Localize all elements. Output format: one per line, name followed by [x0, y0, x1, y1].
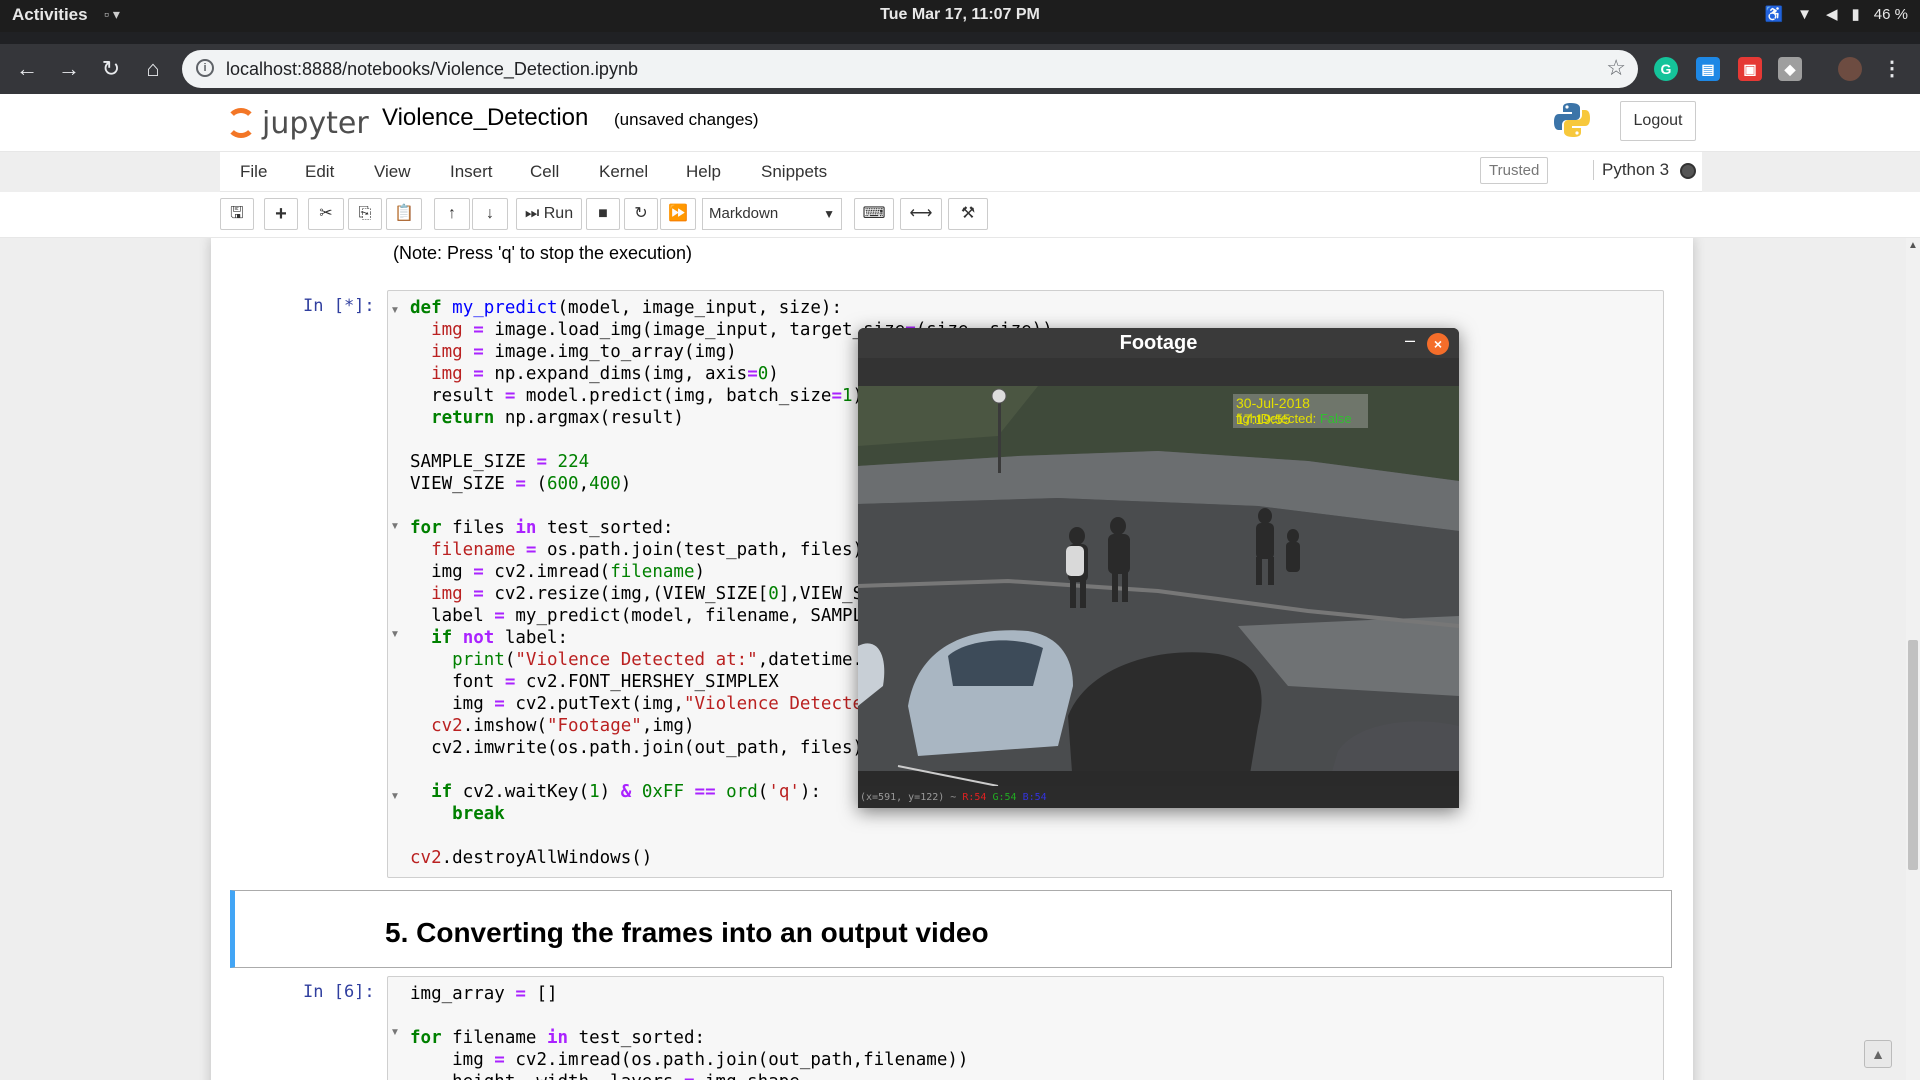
notebook-name[interactable]: Violence_Detection — [382, 104, 588, 132]
chevron-down-icon: ▼ — [823, 207, 835, 221]
fold-icon[interactable]: ▼ — [390, 1027, 400, 1038]
jupyter-logo-icon — [226, 108, 256, 138]
interrupt-kernel-icon[interactable]: ■ — [586, 198, 620, 230]
move-up-icon[interactable]: ↑ — [434, 198, 470, 230]
fold-icon[interactable]: ▼ — [390, 791, 400, 802]
volume-icon[interactable]: ◀ — [1826, 5, 1838, 23]
system-top-bar: Activities ▫ ▾ Tue Mar 17, 11:07 PM ♿ ▼ … — [0, 0, 1920, 32]
system-tray[interactable]: ♿ ▼ ◀ ▮ 46 % — [1764, 5, 1908, 24]
browser-tab-strip — [0, 32, 1920, 44]
pixel-r: R:54 — [962, 792, 987, 803]
save-status: (unsaved changes) — [614, 110, 759, 129]
battery-percent: 46 % — [1873, 5, 1908, 23]
menu-cell[interactable]: Cell — [530, 162, 559, 182]
cell-type-value: Markdown — [709, 205, 779, 222]
kernel-busy-indicator-icon — [1680, 163, 1696, 179]
back-icon[interactable]: ← — [12, 54, 42, 84]
jupyter-header: jupyter Violence_Detection (unsaved chan… — [0, 94, 1920, 152]
restart-kernel-icon[interactable]: ↻ — [624, 198, 658, 230]
grammarly-extension-icon[interactable]: G — [1654, 57, 1678, 81]
fold-icon[interactable]: ▼ — [390, 521, 400, 532]
menu-edit[interactable]: Edit — [305, 162, 334, 182]
section-heading: 5. Converting the frames into an output … — [385, 917, 989, 948]
bookmark-star-icon[interactable]: ☆ — [1606, 55, 1626, 81]
close-icon[interactable]: × — [1427, 333, 1449, 355]
markdown-note: (Note: Press 'q' to stop the execution) — [393, 243, 693, 263]
activities-button[interactable]: Activities — [12, 5, 88, 25]
jupyter-logo-text: jupyter — [262, 106, 369, 141]
run-label: Run — [543, 205, 574, 222]
footage-titlebar[interactable]: Footage – × — [858, 328, 1459, 358]
browser-menu-icon[interactable]: ⋮ — [1880, 57, 1904, 81]
footage-window-title: Footage — [1119, 332, 1198, 354]
cctv-video-frame: 30-Jul-2018 17:19:55 fightDetected: Fals… — [858, 386, 1459, 786]
fold-icon[interactable]: ▼ — [390, 629, 400, 640]
jupyter-logo[interactable]: jupyter — [224, 100, 369, 144]
paste-icon[interactable]: 📋 — [386, 198, 422, 230]
menu-snippets[interactable]: Snippets — [761, 162, 827, 182]
scroll-to-top-icon[interactable]: ▲ — [1864, 1040, 1892, 1068]
profile-avatar[interactable] — [1838, 57, 1862, 81]
menu-view[interactable]: View — [374, 162, 411, 182]
opencv-toolbar-strip — [858, 358, 1459, 386]
fight-label-text: fightDetected: — [1236, 411, 1317, 426]
code-text[interactable]: img_array = [] for filename in test_sort… — [410, 983, 968, 1080]
window-indicator-icon[interactable]: ▫ ▾ — [104, 6, 120, 23]
url-text[interactable]: localhost:8888/notebooks/Violence_Detect… — [226, 59, 638, 80]
run-icon: ⏭ — [524, 205, 540, 222]
code-cell[interactable]: ▼ img_array = [] for filename in test_so… — [387, 976, 1664, 1080]
minimize-icon[interactable]: – — [1405, 330, 1415, 351]
save-button[interactable]: 🖫 — [220, 198, 254, 230]
menu-bar: File Edit View Insert Cell Kernel Help S… — [220, 152, 1702, 192]
notebook-toolbar: 🖫 + ✂ ⎘ 📋 ↑ ↓ ⏭ Run ■ ↻ ⏩ Markdown ▼ ⌨ ⟷… — [0, 192, 1920, 238]
footage-window[interactable]: Footage – × 30-Jul-2018 17:19:55 fightDe… — [858, 328, 1459, 808]
move-down-icon[interactable]: ↓ — [472, 198, 508, 230]
markdown-cell-selected[interactable]: 5. Converting the frames into an output … — [230, 890, 1672, 968]
extension-icon[interactable]: ▤ — [1696, 57, 1720, 81]
trusted-indicator[interactable]: Trusted — [1480, 157, 1549, 184]
pixel-b: B:54 — [1022, 792, 1047, 803]
scroll-up-icon[interactable]: ▲ — [1908, 240, 1918, 251]
home-icon[interactable]: ⌂ — [138, 54, 168, 84]
cell-type-select[interactable]: Markdown ▼ — [702, 198, 842, 230]
menu-kernel[interactable]: Kernel — [599, 162, 648, 182]
page-scrollbar[interactable]: ▲ — [1906, 238, 1920, 1080]
cut-icon[interactable]: ✂ — [308, 198, 344, 230]
logout-button[interactable]: Logout — [1620, 101, 1696, 141]
accessibility-icon[interactable]: ♿ — [1764, 5, 1783, 23]
fight-value-text: False — [1319, 411, 1352, 426]
run-button[interactable]: ⏭ Run — [516, 198, 582, 230]
kernel-name: Python 3 — [1593, 160, 1669, 180]
shield-extension-icon[interactable]: ◆ — [1778, 57, 1802, 81]
browser-toolbar: ← → ↻ ⌂ i localhost:8888/notebooks/Viole… — [0, 44, 1920, 94]
insert-cell-button[interactable]: + — [264, 198, 298, 230]
copy-icon[interactable]: ⎘ — [348, 198, 382, 230]
pixel-status-bar: (x=591, y=122) ~ R:54 G:54 B:54 — [858, 786, 1459, 808]
restart-run-all-icon[interactable]: ⏩ — [660, 198, 696, 230]
menu-insert[interactable]: Insert — [450, 162, 493, 182]
battery-icon[interactable]: ▮ — [1852, 5, 1860, 23]
pixel-g: G:54 — [992, 792, 1017, 803]
python-logo-icon — [1554, 103, 1590, 137]
forward-icon[interactable]: → — [54, 54, 84, 84]
menu-file[interactable]: File — [240, 162, 267, 182]
wrench-icon[interactable]: ⚒ — [948, 198, 988, 230]
clock[interactable]: Tue Mar 17, 11:07 PM — [0, 6, 1920, 24]
site-info-icon[interactable]: i — [196, 59, 214, 77]
wifi-icon[interactable]: ▼ — [1797, 6, 1812, 23]
timestamp-overlay: 30-Jul-2018 17:19:55 fightDetected: Fals… — [1233, 394, 1368, 428]
address-bar[interactable]: i localhost:8888/notebooks/Violence_Dete… — [182, 50, 1638, 88]
keyboard-icon[interactable]: ⌨ — [854, 198, 894, 230]
scrollbar-thumb[interactable] — [1908, 640, 1918, 870]
cctv-scene-image — [858, 386, 1459, 786]
reload-icon[interactable]: ↻ — [96, 54, 126, 84]
cell-prompt: In [*]: — [303, 296, 375, 316]
toggle-width-icon[interactable]: ⟷ — [900, 198, 942, 230]
menu-help[interactable]: Help — [686, 162, 721, 182]
pixel-coords: (x=591, y=122) ~ — [860, 792, 957, 803]
cell-prompt: In [6]: — [303, 982, 375, 1002]
fight-detected-label: fightDetected: False — [1236, 411, 1352, 426]
pdf-extension-icon[interactable]: ▣ — [1738, 57, 1762, 81]
fold-icon[interactable]: ▼ — [390, 305, 400, 316]
